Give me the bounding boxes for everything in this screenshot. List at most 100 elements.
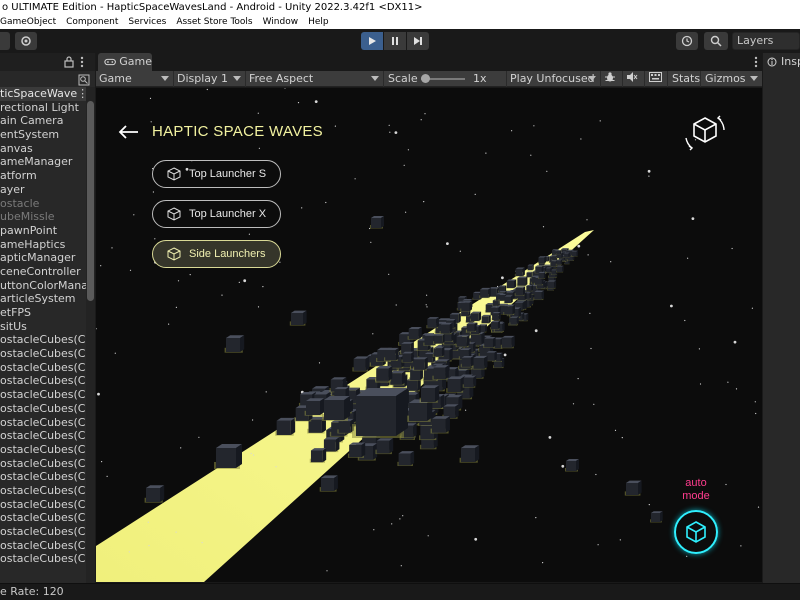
hierarchy-item[interactable]: ostacleCubes(Clon xyxy=(0,402,86,416)
tab-game[interactable]: Game xyxy=(98,53,152,71)
hierarchy-item[interactable]: ostacleCubes(Clon xyxy=(0,484,86,498)
hierarchy-item[interactable]: ostacle xyxy=(0,197,86,211)
obstacle-cube xyxy=(470,311,482,322)
hierarchy-item[interactable]: ostacleCubes(Clon xyxy=(0,552,86,566)
hierarchy-item[interactable]: ostacleCubes(Clon xyxy=(0,416,86,430)
side-launchers-button[interactable]: Side Launchers xyxy=(152,240,281,268)
toolbar-left-button[interactable] xyxy=(0,32,10,50)
hierarchy-item[interactable]: ostacleCubes(Clon xyxy=(0,539,86,553)
obstacle-cube xyxy=(375,366,393,382)
menu-help[interactable]: Help xyxy=(304,16,335,29)
more-icon[interactable] xyxy=(80,56,84,68)
hierarchy-item[interactable]: atform xyxy=(0,169,86,183)
cloud-settings-button[interactable] xyxy=(15,32,37,50)
hierarchy-item[interactable]: uttonColorManage xyxy=(0,279,86,293)
hierarchy-item[interactable]: anvas xyxy=(0,142,86,156)
obstacle-cube xyxy=(430,416,450,434)
auto-mode-button[interactable] xyxy=(674,510,718,554)
hierarchy-item[interactable]: ostacleCubes(Clon xyxy=(0,361,86,375)
hierarchy-item[interactable]: ostacleCubes(Clon xyxy=(0,333,86,347)
hierarchy-item[interactable]: articleSystem xyxy=(0,292,86,306)
step-button[interactable] xyxy=(407,32,429,50)
stats-button[interactable]: Stats xyxy=(669,71,701,87)
star xyxy=(175,531,177,533)
layers-dropdown[interactable]: Layers xyxy=(732,32,800,50)
hierarchy-item[interactable]: ostacleCubes(Clon xyxy=(0,429,86,443)
hierarchy-item[interactable]: ostacleCubes(Clon xyxy=(0,498,86,512)
scale-control: Scale 1x xyxy=(385,71,507,87)
bug-button[interactable] xyxy=(601,71,623,87)
hierarchy-item[interactable]: ameHaptics xyxy=(0,238,86,252)
hierarchy-scroll-thumb[interactable] xyxy=(87,101,94,301)
star xyxy=(279,261,281,263)
hierarchy-item[interactable]: ostacleCubes(Clon xyxy=(0,347,86,361)
obstacle-cube xyxy=(472,355,488,370)
display-dropdown[interactable]: Display 1 xyxy=(174,71,246,87)
scale-slider-handle[interactable] xyxy=(421,74,430,83)
hierarchy-item[interactable]: rectional Light xyxy=(0,101,86,115)
search-filter-icon[interactable] xyxy=(78,74,90,86)
search-button[interactable] xyxy=(704,32,728,50)
hierarchy-item[interactable]: ceneController xyxy=(0,265,86,279)
history-button[interactable] xyxy=(676,32,698,50)
hierarchy-item[interactable]: apticManager xyxy=(0,251,86,265)
game-tab-more-icon[interactable] xyxy=(754,56,758,68)
obstacle-cube xyxy=(533,290,545,301)
star xyxy=(614,429,617,431)
tab-game-label: Game xyxy=(119,55,152,68)
menu-services[interactable]: Services xyxy=(124,16,172,29)
hierarchy-item[interactable]: ameManager xyxy=(0,155,86,169)
game-control-bar: Game Display 1 Free Aspect Scale 1x Play… xyxy=(96,71,762,87)
play-button[interactable] xyxy=(361,32,383,50)
menu-window[interactable]: Window xyxy=(259,16,305,29)
top-launcher-s-button[interactable]: Top Launcher S xyxy=(152,160,281,188)
hierarchy-item[interactable]: entSystem xyxy=(0,128,86,142)
game-title: HAPTIC SPACE WAVES xyxy=(152,123,323,140)
obstacle-cube xyxy=(433,333,445,345)
shortcuts-button[interactable] xyxy=(646,71,668,87)
star xyxy=(297,102,300,104)
rotate-view-icon[interactable] xyxy=(682,110,728,156)
game-mode-dropdown[interactable]: Game xyxy=(96,71,174,87)
top-launcher-x-button[interactable]: Top Launcher X xyxy=(152,200,281,228)
audio-mute-button[interactable] xyxy=(623,71,645,87)
aspect-dropdown[interactable]: Free Aspect xyxy=(246,71,384,87)
obstacle-cube xyxy=(481,314,491,324)
hierarchy-item[interactable]: sitUs xyxy=(0,320,86,334)
star xyxy=(424,113,426,115)
scene-root-item[interactable]: ticSpaceWave ⋮ xyxy=(0,87,86,101)
obstacle-cube xyxy=(401,351,414,363)
star xyxy=(735,388,738,390)
back-arrow-icon[interactable] xyxy=(118,124,140,140)
game-viewport[interactable]: HAPTIC SPACE WAVES Top Launcher S Top La… xyxy=(96,88,762,582)
obstacle-cube xyxy=(275,417,296,436)
hierarchy-item[interactable]: pawnPoint xyxy=(0,224,86,238)
tab-inspector[interactable]: Insp xyxy=(763,53,800,71)
obstacle-cube xyxy=(459,445,480,463)
menu-gameobject[interactable]: GameObject xyxy=(0,16,62,29)
hierarchy-item[interactable]: ayer xyxy=(0,183,86,197)
play-focus-dropdown[interactable]: Play Unfocused xyxy=(507,71,601,87)
star xyxy=(405,211,407,213)
scene-more-icon[interactable]: ⋮ xyxy=(77,87,86,101)
hierarchy-item[interactable]: ostacleCubes(Clon xyxy=(0,443,86,457)
hierarchy-item[interactable]: ostacleCubes(Clon xyxy=(0,374,86,388)
star xyxy=(253,454,255,456)
star xyxy=(221,294,223,296)
top-launcher-x-label: Top Launcher X xyxy=(189,208,267,220)
lock-icon[interactable] xyxy=(64,56,74,68)
pause-button[interactable] xyxy=(384,32,406,50)
menu-component[interactable]: Component xyxy=(62,16,124,29)
hierarchy-item[interactable]: ostacleCubes(Clon xyxy=(0,511,86,525)
hierarchy-item[interactable]: ain Camera xyxy=(0,114,86,128)
hierarchy-scrollbar[interactable] xyxy=(86,87,95,583)
hierarchy-item[interactable]: ostacleCubes(Clon xyxy=(0,457,86,471)
hierarchy-item[interactable]: ostacleCubes(Clon xyxy=(0,525,86,539)
hierarchy-item[interactable]: ostacleCubes(Clon xyxy=(0,470,86,484)
obstacle-cube xyxy=(514,267,525,277)
hierarchy-item[interactable]: etFPS xyxy=(0,306,86,320)
hierarchy-item[interactable]: ubeMissle xyxy=(0,210,86,224)
menu-asset-store-tools[interactable]: Asset Store Tools xyxy=(172,16,258,29)
hierarchy-item[interactable]: ostacleCubes(Clon xyxy=(0,388,86,402)
gizmos-dropdown[interactable]: Gizmos xyxy=(702,71,762,87)
